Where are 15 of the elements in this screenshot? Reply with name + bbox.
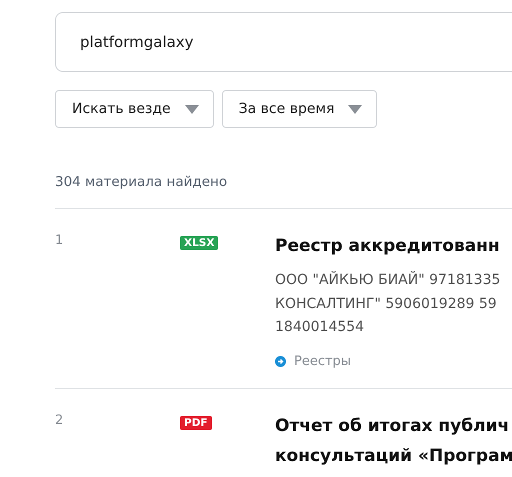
filter-dropdown[interactable]: За все время (222, 90, 378, 128)
result-number: 1 (55, 232, 64, 250)
result-title[interactable]: Отчет об итогах публич (275, 411, 512, 441)
filter-dropdown[interactable]: Искать везде (55, 90, 214, 128)
arrow-circle-icon (275, 356, 286, 366)
result-title[interactable]: Реестр аккредитованн (275, 231, 512, 261)
search-field[interactable]: platformgalaxy (55, 12, 512, 72)
result-count: 304 материала найдено (55, 174, 228, 190)
file-format-badge: PDF (180, 416, 212, 430)
caret-icon (348, 104, 362, 114)
file-format-badge: XLSX (180, 236, 218, 250)
result-snippet: ООО "АЙКЬЮ БИАЙ" 97181335 КОНСАЛТИНГ" 5906019289 59 1840014554 (275, 270, 502, 337)
caret-icon (184, 104, 199, 114)
result-number: 2 (55, 412, 64, 430)
result-title[interactable]: консультаций «Програм (275, 441, 512, 471)
